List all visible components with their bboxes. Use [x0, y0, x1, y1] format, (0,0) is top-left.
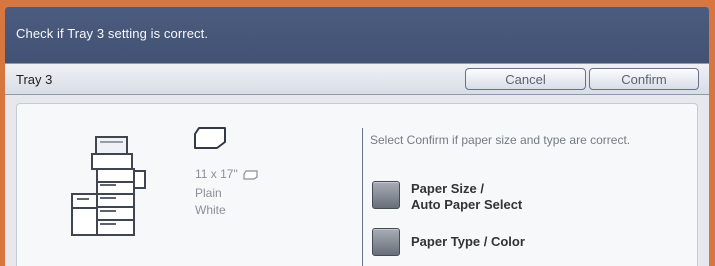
- paper-type-color-button[interactable]: [372, 228, 400, 256]
- paper-size-label-line-1: Paper Size /: [411, 181, 484, 196]
- tray-size: 11 x 17": [195, 167, 259, 181]
- tray-confirmation-screen: Check if Tray 3 setting is correct. Tray…: [5, 7, 709, 266]
- message-text: Check if Tray 3 setting is correct.: [16, 26, 209, 41]
- tray-title: Tray 3: [16, 72, 53, 87]
- paper-size-button[interactable]: [372, 181, 400, 209]
- printer-icon: [71, 136, 146, 236]
- paper-orientation-small-icon: [243, 170, 258, 180]
- tray-paper-color: White: [195, 203, 226, 217]
- tray-details-panel: 11 x 17" Plain White Select Confirm if p…: [16, 103, 698, 266]
- cancel-button[interactable]: Cancel: [465, 68, 586, 90]
- confirm-button[interactable]: Confirm: [589, 68, 699, 90]
- tray-size-text: 11 x 17": [195, 167, 238, 181]
- vertical-divider: [362, 128, 363, 266]
- message-bar: Check if Tray 3 setting is correct.: [5, 7, 709, 63]
- paper-size-label-line-2: Auto Paper Select: [411, 197, 523, 212]
- title-bar: Tray 3 Cancel Confirm: [5, 63, 709, 95]
- tray-paper-type: Plain: [195, 186, 222, 200]
- paper-orientation-icon: [194, 127, 226, 149]
- paper-type-color-label: Paper Type / Color: [411, 234, 525, 249]
- instruction-text: Select Confirm if paper size and type ar…: [370, 133, 631, 147]
